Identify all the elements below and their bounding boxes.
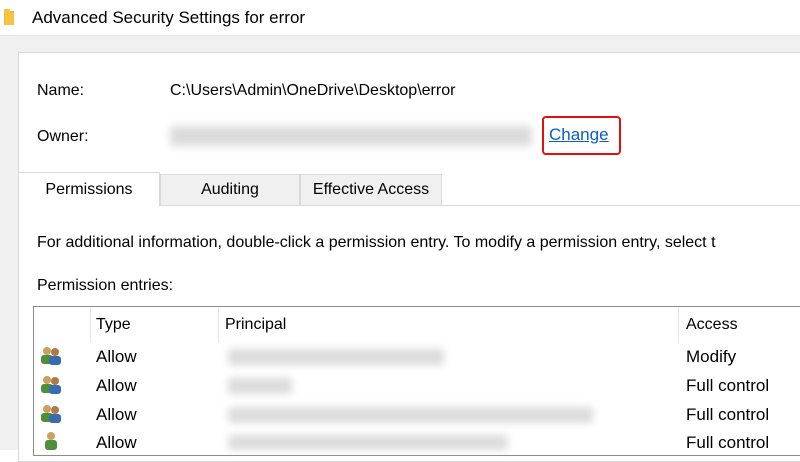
user-group-icon [41,376,61,394]
owner-value-redacted [170,126,532,146]
info-text: For additional information, double-click… [37,234,716,251]
user-group-icon [41,405,61,423]
column-header-access-label: Access [686,316,738,333]
row-principal-redacted [228,349,444,365]
row-principal-redacted [228,407,593,423]
tab-effective-access-label: Effective Access [312,181,430,198]
window-frame-left [0,36,18,450]
row-type: Allow [96,347,137,366]
column-header-type-label: Type [96,316,131,333]
user-group-icon [41,347,61,365]
row-access: Full control [686,433,770,452]
column-header-type[interactable]: Type [91,307,219,343]
change-owner-link[interactable]: Change [549,125,609,145]
row-type: Allow [96,376,137,395]
tab-permissions-label: Permissions [45,180,133,198]
row-access: Full control [686,405,770,424]
row-type: Allow [96,433,137,452]
permission-entries-label: Permission entries: [37,277,174,294]
tab-strip: Permissions Auditing Effective Access [18,172,800,206]
row-access: Modify [686,347,737,366]
tab-auditing[interactable]: Auditing [160,174,300,205]
row-principal-redacted [228,435,508,450]
tab-auditing-label: Auditing [201,181,259,198]
title-bar[interactable]: Advanced Security Settings for error [0,0,800,36]
name-value: C:\Users\Admin\OneDrive\Desktop\error [170,82,456,99]
name-label: Name: [37,82,85,99]
owner-label: Owner: [37,128,89,145]
window-title: Advanced Security Settings for error [32,8,306,27]
column-header-access[interactable]: Access [679,307,800,343]
user-icon [45,432,57,450]
row-type: Allow [96,405,137,424]
advanced-security-window: Advanced Security Settings for error Nam… [0,0,800,462]
column-header-principal[interactable]: Principal [219,307,679,343]
permission-entries-list[interactable]: Type Principal Access [33,306,800,456]
tab-effective-access[interactable]: Effective Access [300,174,442,205]
folder-icon [4,9,14,25]
tab-permissions[interactable]: Permissions [18,172,160,206]
column-header-icon[interactable] [34,307,91,343]
column-header-principal-label: Principal [225,316,287,333]
row-access: Full control [686,376,770,395]
row-principal-redacted [228,378,292,394]
